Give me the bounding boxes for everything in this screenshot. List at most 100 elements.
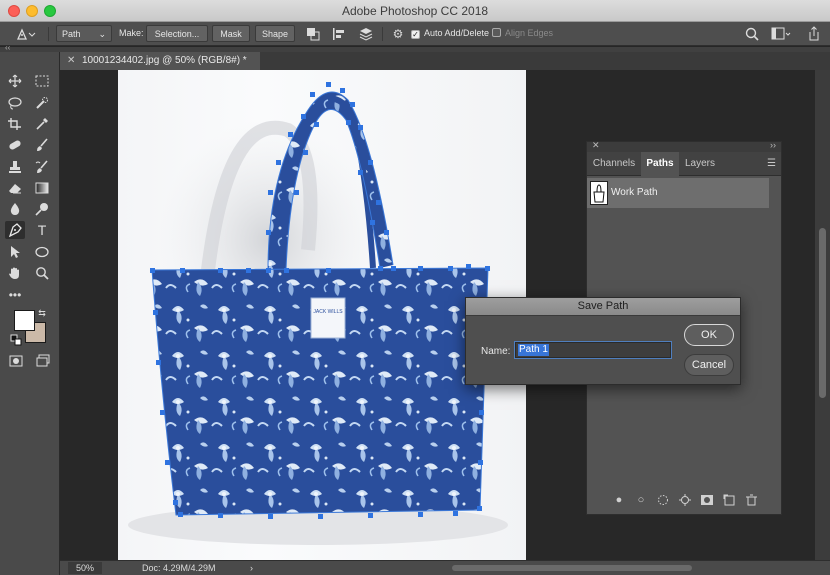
fill-path-icon[interactable]: ● xyxy=(611,492,627,508)
quick-selection-icon xyxy=(36,97,48,109)
tool-preset-picker[interactable] xyxy=(14,25,36,43)
bandage-icon xyxy=(9,140,21,150)
path-selection-icon xyxy=(11,246,20,258)
path-list-item[interactable]: Work Path xyxy=(587,178,769,208)
crop-icon xyxy=(8,118,21,130)
selected-text: Path 1 xyxy=(518,344,549,356)
history-brush-icon xyxy=(35,160,48,173)
gear-icon[interactable]: ⚙ xyxy=(390,25,406,43)
magnifier-glyph xyxy=(745,27,759,41)
blur-tool[interactable] xyxy=(5,200,25,218)
lasso-tool[interactable] xyxy=(5,94,25,112)
chevron-down-icon: ⌄ xyxy=(98,29,106,39)
add-mask-icon[interactable] xyxy=(699,492,715,508)
default-colors-icon[interactable] xyxy=(10,332,22,346)
auto-add-delete-checkbox[interactable]: ✓ Auto Add/Delete xyxy=(411,25,489,42)
search-icon[interactable] xyxy=(744,25,760,43)
panel-header-strip: ✕ ›› xyxy=(587,140,781,152)
share-icon[interactable] xyxy=(806,25,822,43)
quick-mask-button[interactable] xyxy=(6,352,26,370)
collapse-arrows-icon[interactable]: ‹‹ xyxy=(5,43,10,52)
bag-thumbnail-icon xyxy=(593,184,605,203)
drop-icon xyxy=(10,203,20,215)
make-work-path-icon[interactable] xyxy=(677,492,693,508)
path-name-input[interactable]: Path 1 xyxy=(514,341,672,359)
ellipse-tool[interactable] xyxy=(32,243,52,261)
workspace-icon[interactable] xyxy=(770,25,792,43)
new-path-icon[interactable] xyxy=(721,492,737,508)
divider xyxy=(48,27,49,41)
foreground-color-swatch[interactable] xyxy=(14,310,35,331)
window-title: Adobe Photoshop CC 2018 xyxy=(341,4,489,18)
close-icon[interactable]: ✕ xyxy=(592,140,600,151)
tab-layers[interactable]: Layers xyxy=(679,152,721,176)
trash-icon[interactable] xyxy=(743,492,759,508)
history-brush-tool[interactable] xyxy=(32,158,52,176)
more-tools[interactable]: ••• xyxy=(5,286,25,304)
dodge-tool[interactable] xyxy=(32,200,52,218)
move-tool[interactable] xyxy=(5,72,25,90)
load-path-as-selection-icon[interactable] xyxy=(655,492,671,508)
make-label: Make: xyxy=(119,28,144,38)
hand-tool[interactable] xyxy=(5,264,25,282)
pen-icon xyxy=(16,28,36,40)
auto-add-delete-label: Auto Add/Delete xyxy=(424,28,490,38)
panel-menu-icon[interactable]: ☰ xyxy=(767,158,776,169)
horizontal-scroll-thumb[interactable] xyxy=(452,565,692,571)
tab-channels[interactable]: Channels xyxy=(587,152,641,176)
lasso-icon xyxy=(8,97,22,110)
gradient-tool[interactable] xyxy=(32,179,52,197)
shape-button[interactable]: Shape xyxy=(255,25,295,42)
hand-icon xyxy=(9,267,19,279)
healing-brush-tool[interactable] xyxy=(5,136,25,154)
tools-panel: T ••• ⇆ xyxy=(0,52,60,575)
quick-selection-tool[interactable] xyxy=(32,94,52,112)
status-menu-arrow[interactable]: › xyxy=(250,561,253,575)
panel-footer: ● ○ xyxy=(587,486,781,514)
path-alignment-icon[interactable] xyxy=(331,26,347,42)
type-icon: T xyxy=(37,222,47,238)
document-tab[interactable]: ✕ 10001234402.jpg @ 50% (RGB/8#) * xyxy=(60,52,260,70)
path-arrangement-icon[interactable] xyxy=(357,26,375,42)
cancel-button[interactable]: Cancel xyxy=(684,354,734,376)
crop-tool[interactable] xyxy=(5,115,25,133)
quick-mask-icon xyxy=(9,355,23,367)
marquee-tool[interactable] xyxy=(32,72,52,90)
brush-tool[interactable] xyxy=(32,136,52,154)
ok-button[interactable]: OK xyxy=(684,324,734,346)
eraser-tool[interactable] xyxy=(5,179,25,197)
close-icon[interactable]: ✕ xyxy=(67,52,75,70)
swap-colors-icon[interactable]: ⇆ xyxy=(36,307,48,319)
default-colors-glyph xyxy=(10,334,22,346)
title-bar: Adobe Photoshop CC 2018 xyxy=(0,0,830,22)
new-path-glyph xyxy=(723,494,735,506)
mode-select[interactable]: Path ⌄ xyxy=(56,25,112,42)
vertical-scroll-thumb[interactable] xyxy=(819,228,826,398)
path-selection-tool[interactable] xyxy=(5,243,25,261)
type-tool[interactable]: T xyxy=(32,221,52,239)
arrange-glyph xyxy=(359,28,373,41)
pen-tool[interactable] xyxy=(5,221,25,239)
mask-button[interactable]: Mask xyxy=(212,25,250,42)
dialog-title-bar[interactable]: Save Path xyxy=(466,298,740,316)
vertical-scrollbar[interactable] xyxy=(815,70,830,560)
clone-stamp-tool[interactable] xyxy=(5,158,25,176)
bag-label-text: JACK WILLS xyxy=(313,309,343,315)
align-edges-checkbox[interactable]: Align Edges xyxy=(492,25,553,42)
stroke-path-icon[interactable]: ○ xyxy=(633,492,649,508)
move-icon xyxy=(8,74,22,88)
zoom-tool[interactable] xyxy=(32,264,52,282)
stamp-icon xyxy=(9,161,21,173)
tab-paths[interactable]: Paths xyxy=(641,152,679,176)
zoom-level-field[interactable]: 50% xyxy=(68,562,102,574)
workspace-glyph xyxy=(771,27,791,40)
work-path-glyph xyxy=(679,494,691,506)
eyedropper-tool[interactable] xyxy=(32,115,52,133)
path-name: Work Path xyxy=(611,187,658,198)
document-tab-title: 10001234402.jpg @ 50% (RGB/8#) * xyxy=(82,55,247,66)
screen-mode-button[interactable] xyxy=(33,352,53,370)
collapse-arrows-icon[interactable]: ›› xyxy=(770,140,776,150)
dodge-icon xyxy=(35,203,48,216)
selection-button[interactable]: Selection... xyxy=(146,25,208,42)
path-operations-icon[interactable] xyxy=(305,26,321,42)
